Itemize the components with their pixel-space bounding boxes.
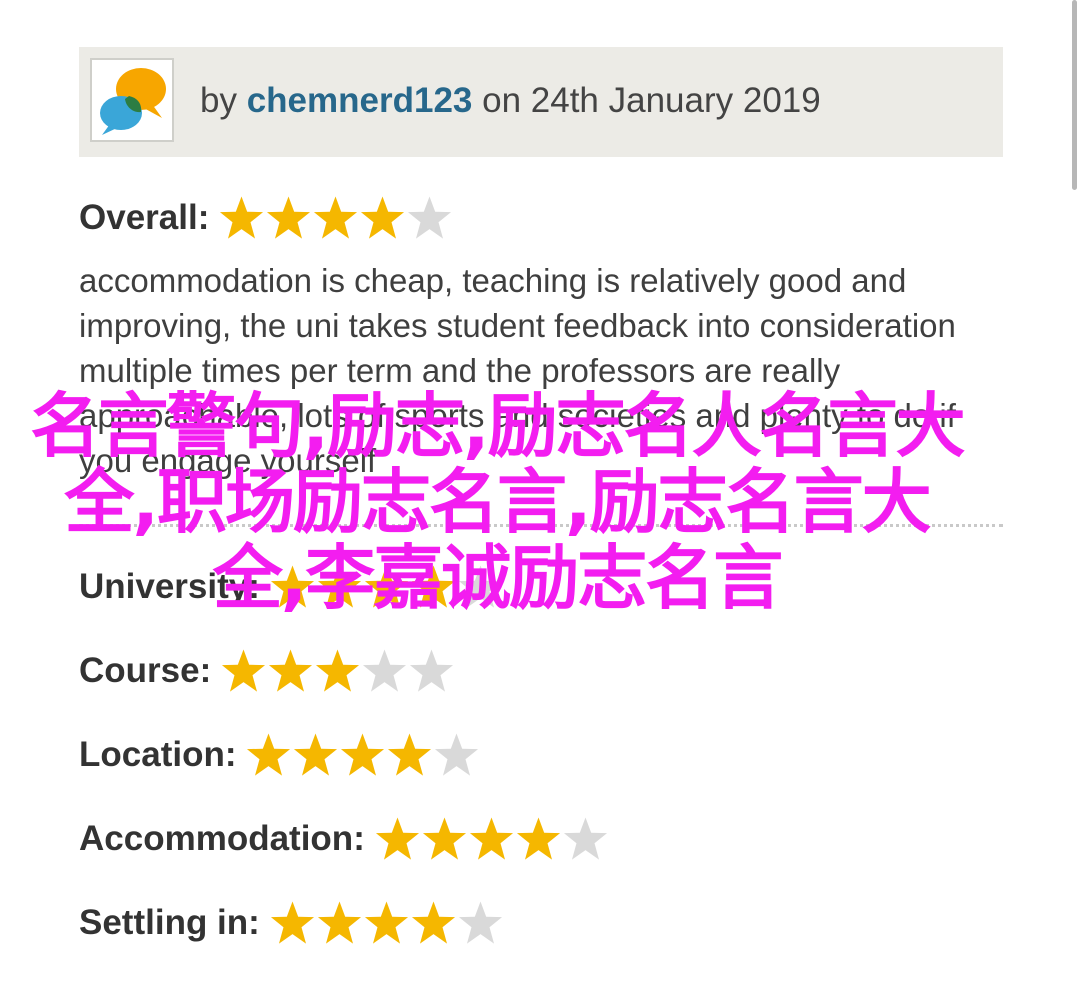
star-rating [374, 815, 609, 863]
speech-bubbles-icon [100, 68, 166, 135]
star-rating [218, 194, 453, 242]
star-empty-icon [562, 815, 609, 863]
star-filled-icon [265, 194, 312, 242]
star-filled-icon [410, 899, 457, 947]
review-header: by chemnerd123 on 24th January 2019 [79, 47, 1003, 157]
by-label: by [200, 81, 237, 120]
author-link[interactable]: chemnerd123 [247, 81, 473, 120]
star-rating [245, 731, 480, 779]
star-filled-icon [312, 194, 359, 242]
star-filled-icon [363, 899, 410, 947]
star-empty-icon [433, 731, 480, 779]
star-rating [269, 899, 504, 947]
star-empty-icon [457, 899, 504, 947]
star-filled-icon [292, 731, 339, 779]
star-filled-icon [515, 815, 562, 863]
rating-row-location: Location: [79, 730, 480, 780]
scrollbar[interactable] [1072, 0, 1077, 190]
star-rating [220, 647, 455, 695]
avatar[interactable] [90, 58, 174, 142]
rating-row-settling-in: Settling in: [79, 898, 504, 948]
star-filled-icon [314, 647, 361, 695]
star-filled-icon [269, 899, 316, 947]
star-filled-icon [386, 731, 433, 779]
rating-label: Overall: [79, 198, 210, 237]
review-date: on 24th January 2019 [482, 81, 821, 120]
star-filled-icon [245, 731, 292, 779]
rating-label: Accommodation: [79, 819, 365, 858]
star-empty-icon [406, 194, 453, 242]
watermark-overlay-text: 名言警句,励志,励志名人名言大全,职场励志名言,励志名言大全,李嘉诚励志名言 [30, 385, 965, 619]
star-filled-icon [374, 815, 421, 863]
star-filled-icon [359, 194, 406, 242]
star-filled-icon [267, 647, 314, 695]
star-filled-icon [421, 815, 468, 863]
review-byline: by chemnerd123 on 24th January 2019 [200, 81, 821, 121]
rating-label: Location: [79, 735, 237, 774]
star-empty-icon [408, 647, 455, 695]
rating-row-overall: Overall: [79, 193, 453, 243]
rating-label: Settling in: [79, 903, 260, 942]
star-filled-icon [339, 731, 386, 779]
star-filled-icon [316, 899, 363, 947]
rating-row-course: Course: [79, 646, 455, 696]
star-filled-icon [220, 647, 267, 695]
star-filled-icon [218, 194, 265, 242]
rating-label: Course: [79, 651, 212, 690]
star-empty-icon [361, 647, 408, 695]
star-filled-icon [468, 815, 515, 863]
rating-row-accommodation: Accommodation: [79, 814, 609, 864]
